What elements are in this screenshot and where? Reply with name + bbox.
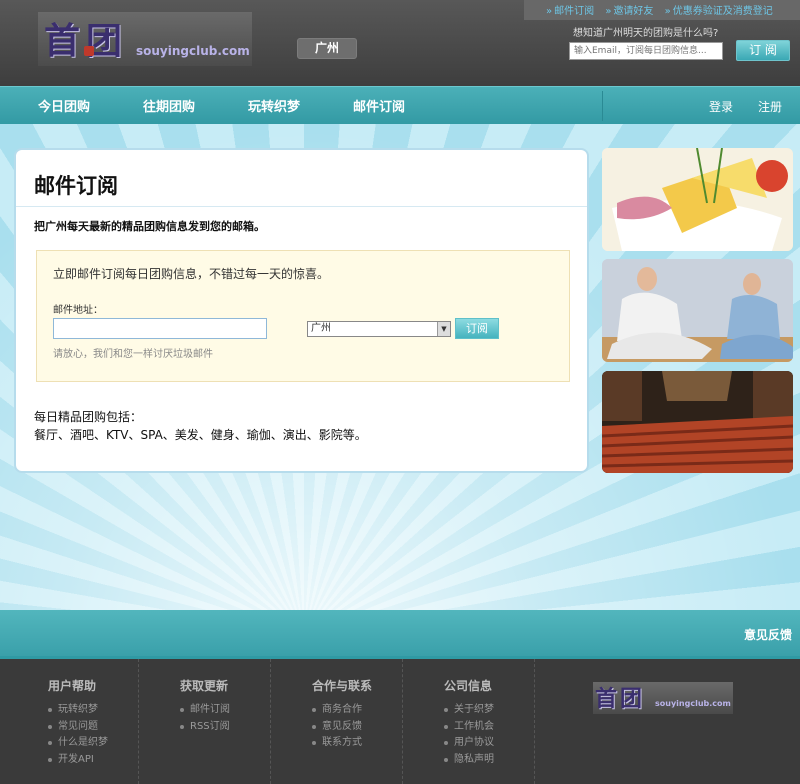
footer-link[interactable]: 工作机会: [444, 719, 494, 736]
toplink-coupon-verify[interactable]: » 优惠券验证及消费登记: [665, 6, 773, 17]
footer-link[interactable]: 商务合作: [312, 702, 372, 719]
footer-col-company: 公司信息 关于织梦 工作机会 用户协议 隐私声明: [444, 677, 494, 768]
subscribe-question: 想知道广州明天的团购是什么吗?: [573, 28, 719, 39]
page-title: 邮件订阅: [34, 174, 118, 198]
dropdown-arrow-icon[interactable]: ▼: [437, 322, 450, 336]
feedback-link[interactable]: 意见反馈: [744, 626, 792, 643]
header-email-input[interactable]: [569, 42, 723, 60]
nav-email-subscribe[interactable]: 邮件订阅: [353, 96, 405, 115]
subscribe-panel: 邮件订阅 把广州每天最新的精品团购信息发到您的邮箱。 立即邮件订阅每日团购信息，…: [14, 148, 589, 473]
footer-link[interactable]: 什么是织梦: [48, 735, 108, 752]
footer-link[interactable]: 用户协议: [444, 735, 494, 752]
footer-col-contact: 合作与联系 商务合作 意见反馈 联系方式: [312, 677, 372, 752]
footer-link[interactable]: 意见反馈: [312, 719, 372, 736]
email-label: 邮件地址：: [53, 305, 103, 316]
footer-logo[interactable]: 首团 souyingclub.com: [593, 682, 733, 714]
city-select-value: 广州: [311, 323, 331, 334]
top-links: » 邮件订阅 » 邀请好友 » 优惠券验证及消费登记: [524, 0, 800, 20]
header-subscribe-button[interactable]: 订 阅: [736, 40, 790, 61]
yoga-image[interactable]: [602, 259, 793, 362]
footer-link[interactable]: 联系方式: [312, 735, 372, 752]
footer-col-title: 用户帮助: [48, 679, 97, 693]
footer-link[interactable]: RSS订阅: [180, 719, 230, 736]
site-logo[interactable]: 首团 souyingclub.com: [38, 12, 252, 66]
footer-col-title: 公司信息: [444, 679, 493, 693]
footer-link[interactable]: 玩转织梦: [48, 702, 108, 719]
title-divider: [16, 206, 587, 207]
footer-col-updates: 获取更新 邮件订阅 RSS订阅: [180, 677, 230, 735]
footer-logo-text: 首团: [595, 686, 646, 712]
logo-text: 首团: [44, 20, 129, 62]
daily-deals-list: 餐厅、酒吧、KTV、SPA、美发、健身、瑜伽、演出、影院等。: [34, 428, 367, 442]
footer-col-title: 获取更新: [180, 679, 229, 693]
city-select[interactable]: 广州 ▼: [307, 321, 451, 337]
footer-link[interactable]: 隐私声明: [444, 752, 494, 769]
page-description: 把广州每天最新的精品团购信息发到您的邮箱。: [34, 220, 265, 233]
toplink-email-subscribe[interactable]: » 邮件订阅: [546, 6, 594, 17]
subscribe-form: 立即邮件订阅每日团购信息，不错过每一天的惊喜。 邮件地址： 广州 ▼ 订阅 请放…: [36, 250, 570, 382]
main-nav: 今日团购 往期团购 玩转织梦 邮件订阅 登录 注册: [0, 86, 800, 124]
register-link[interactable]: 注册: [758, 98, 782, 115]
footer-divider: [138, 659, 139, 784]
footer-col-title: 合作与联系: [312, 679, 373, 693]
site-header: 首团 souyingclub.com 广州 » 邮件订阅 » 邀请好友 » 优惠券验证…: [0, 0, 800, 86]
footer-link[interactable]: 开发API: [48, 752, 108, 769]
footer-link[interactable]: 关于织梦: [444, 702, 494, 719]
nav-guide[interactable]: 玩转织梦: [248, 96, 300, 115]
nav-today-deals[interactable]: 今日团购: [38, 96, 90, 115]
footer-logo-domain: souyingclub.com: [655, 699, 731, 708]
nav-divider: [602, 91, 603, 121]
footer-link[interactable]: 邮件订阅: [180, 702, 230, 719]
site-footer: 用户帮助 玩转织梦 常见问题 什么是织梦 开发API 获取更新 邮件订阅 RSS…: [0, 656, 800, 784]
footer-link[interactable]: 常见问题: [48, 719, 108, 736]
subscribe-submit-button[interactable]: 订阅: [455, 318, 499, 339]
footer-divider: [402, 659, 403, 784]
footer-col-help: 用户帮助 玩转织梦 常见问题 什么是织梦 开发API: [48, 677, 108, 768]
email-field[interactable]: [53, 318, 267, 339]
city-switcher[interactable]: 广州: [297, 38, 357, 59]
login-link[interactable]: 登录: [709, 98, 733, 115]
privacy-note: 请放心，我们和您一样讨厌垃圾邮件: [53, 349, 213, 360]
nav-past-deals[interactable]: 往期团购: [143, 96, 195, 115]
footer-divider: [534, 659, 535, 784]
daily-deals-title: 每日精品团购包括：: [34, 410, 143, 424]
food-image[interactable]: [602, 148, 793, 251]
toplink-invite-friends[interactable]: » 邀请好友: [605, 6, 653, 17]
logo-domain: souyingclub.com: [136, 44, 250, 58]
logo-mark-icon: [84, 46, 94, 56]
footer-divider: [270, 659, 271, 784]
theater-image[interactable]: [602, 371, 793, 473]
feedback-bar: 意见反馈: [0, 610, 800, 656]
form-lead-text: 立即邮件订阅每日团购信息，不错过每一天的惊喜。: [53, 267, 330, 281]
